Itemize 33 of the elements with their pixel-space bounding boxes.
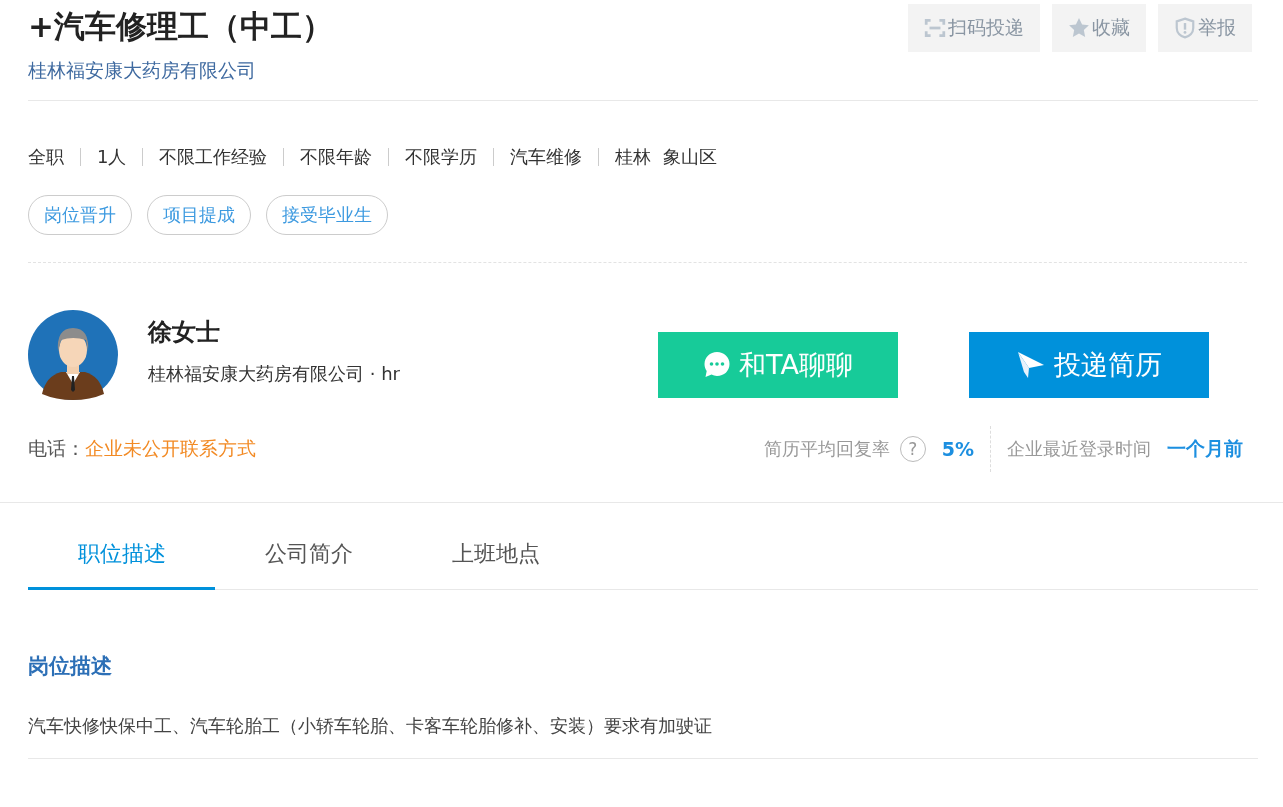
tab[interactable]: 公司简介	[215, 539, 402, 590]
job-attribute: 不限学历	[405, 145, 478, 169]
chat-bubble-icon	[703, 351, 732, 379]
apply-button[interactable]: 投递简历	[969, 332, 1209, 398]
job-attribute: 全职	[28, 145, 64, 169]
job-title: +汽车修理工（中工）	[28, 7, 333, 46]
stat-value: 5%	[941, 438, 974, 460]
job-attribute: 不限工作经验	[159, 145, 268, 169]
phone-value: 企业未公开联系方式	[85, 437, 256, 459]
star-icon	[1068, 17, 1090, 39]
job-attribute: 桂林 象山区	[615, 145, 717, 169]
job-attribute: 汽车维修	[510, 145, 583, 169]
avatar-icon	[28, 310, 118, 400]
tab[interactable]: 上班地点	[402, 539, 589, 590]
stat-label: 简历平均回复率	[763, 437, 890, 461]
favorite-button[interactable]: 收藏	[1052, 4, 1146, 52]
job-attribute: 1人	[97, 145, 127, 169]
report-button[interactable]: 举报	[1158, 4, 1252, 52]
tab[interactable]: 职位描述	[28, 539, 215, 590]
stat-value: 一个月前	[1167, 436, 1243, 461]
phone-label: 电话：	[28, 437, 85, 459]
recruiter-name: 徐女士	[148, 317, 221, 348]
stat-label: 企业最近登录时间	[1007, 437, 1151, 461]
company-name: 桂林福安康大药房有限公司	[28, 58, 257, 83]
recruiter-company: 桂林福安康大药房有限公司 · hr	[148, 362, 401, 386]
job-description: 汽车快修快保中工、汽车轮胎工（小轿车轮胎、卡客车轮胎修补、安装）要求有加驶证	[28, 714, 713, 738]
scan-apply-button[interactable]: 扫码投递	[908, 4, 1040, 52]
shield-icon	[1174, 17, 1196, 39]
job-attribute: 不限年龄	[300, 145, 373, 169]
section-heading: 岗位描述	[28, 653, 113, 680]
chat-button[interactable]: 和TA聊聊	[658, 332, 898, 398]
scan-icon	[924, 17, 946, 39]
paper-plane-icon	[1016, 350, 1046, 380]
